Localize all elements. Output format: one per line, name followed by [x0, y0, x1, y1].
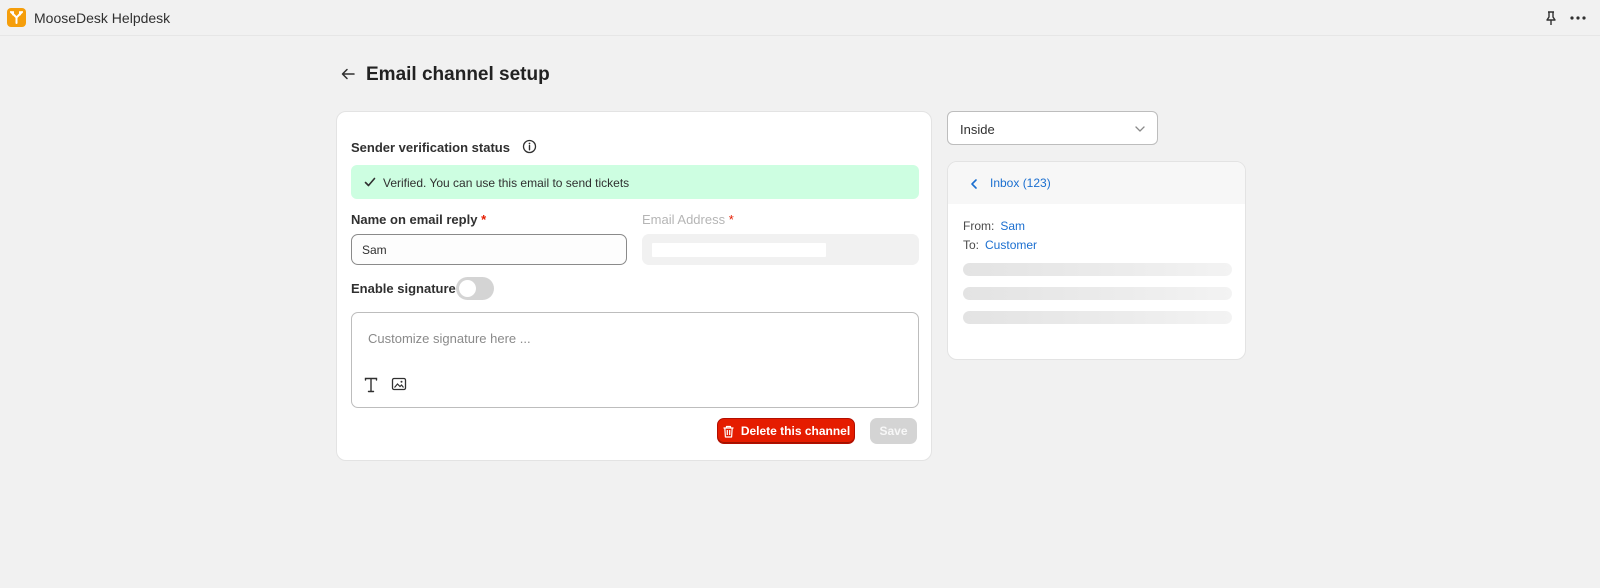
inbox-label[interactable]: Inbox (123): [990, 176, 1051, 190]
preview-header: Inbox (123): [948, 162, 1245, 204]
name-on-reply-input[interactable]: [351, 234, 627, 265]
skeleton-line: [963, 263, 1232, 276]
email-preview-card: Inbox (123) From: Sam To: Customer: [947, 161, 1246, 360]
skeleton-line: [963, 287, 1232, 300]
sender-verification-title: Sender verification status: [351, 140, 510, 155]
to-value: Customer: [985, 238, 1038, 252]
pin-icon[interactable]: [1543, 10, 1559, 26]
delete-channel-label: Delete this channel: [740, 424, 851, 438]
signature-placeholder: Customize signature here ...: [368, 331, 531, 346]
email-address-redacted: [652, 243, 826, 257]
preview-mode-value: Inside: [960, 122, 995, 137]
from-label: From:: [963, 219, 995, 233]
enable-signature-label: Enable signature: [351, 281, 456, 296]
signature-editor[interactable]: Customize signature here ...: [351, 312, 919, 408]
email-address-field: [642, 234, 919, 265]
more-icon[interactable]: [1568, 10, 1588, 26]
app-title: MooseDesk Helpdesk: [34, 10, 171, 26]
skeleton-line: [963, 311, 1232, 324]
delete-channel-button[interactable]: Delete this channel: [717, 418, 855, 444]
chevron-left-icon[interactable]: [968, 177, 980, 189]
trash-icon: [723, 425, 734, 438]
top-bar: MooseDesk Helpdesk: [0, 0, 1600, 36]
toggle-knob: [459, 280, 476, 297]
name-on-reply-label: Name on email reply *: [351, 212, 487, 227]
enable-signature-toggle[interactable]: [456, 277, 494, 300]
email-settings-card: Sender verification status Verified. You…: [336, 111, 932, 461]
preview-from: From: Sam: [963, 219, 1025, 233]
preview-to: To: Customer: [963, 238, 1037, 252]
from-value: Sam: [1000, 219, 1026, 233]
verification-status-text: Verified. You can use this email to send…: [383, 176, 630, 190]
info-icon[interactable]: [522, 139, 537, 154]
page-title: Email channel setup: [366, 64, 550, 85]
app-logo-icon: [7, 8, 26, 27]
to-label: To:: [963, 238, 980, 252]
email-address-label: Email Address *: [642, 212, 734, 227]
verification-status-banner: Verified. You can use this email to send…: [351, 165, 919, 199]
preview-mode-select[interactable]: Inside: [947, 111, 1158, 145]
insert-image-icon[interactable]: [391, 376, 407, 392]
check-icon: [363, 175, 377, 189]
chevron-down-icon: [1133, 122, 1147, 136]
text-format-icon[interactable]: [364, 377, 378, 393]
back-arrow-icon[interactable]: [340, 66, 356, 82]
save-button[interactable]: Save: [870, 418, 917, 444]
